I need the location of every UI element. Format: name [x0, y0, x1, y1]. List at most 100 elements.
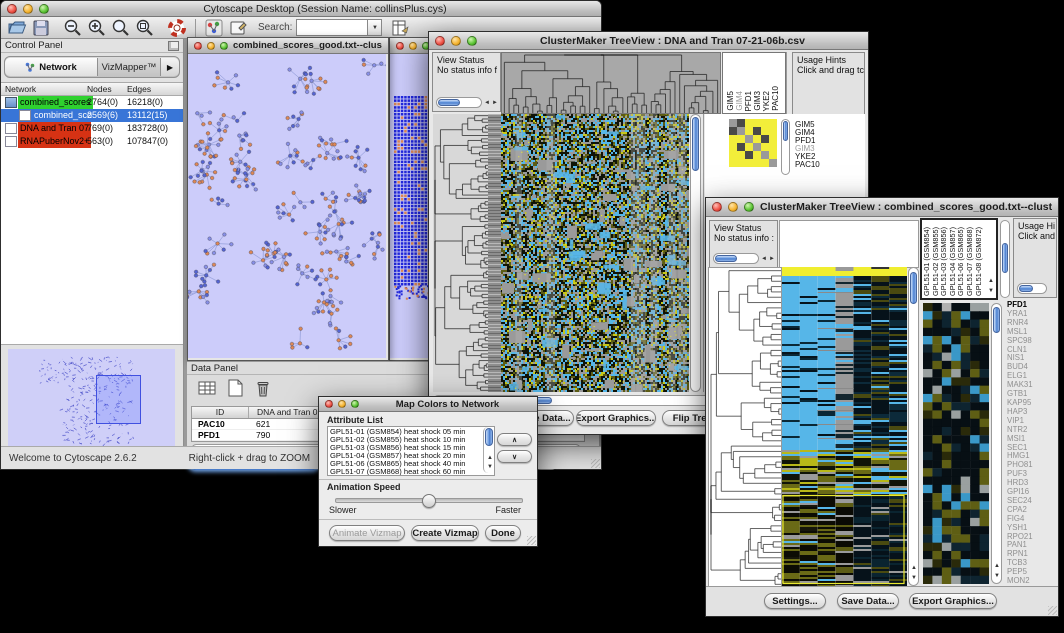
- matrix-cell[interactable]: [753, 143, 761, 151]
- matrix-cell[interactable]: [769, 151, 777, 159]
- matrix-cell[interactable]: [761, 127, 769, 135]
- move-down-button[interactable]: ∨: [497, 450, 532, 463]
- matrix-cell[interactable]: [761, 143, 769, 151]
- zoom-window-icon[interactable]: [351, 400, 359, 408]
- matrix-cell[interactable]: [753, 151, 761, 159]
- matrix-cell[interactable]: [753, 135, 761, 143]
- zoom-fit-icon[interactable]: [135, 18, 155, 38]
- row-dendrogram[interactable]: [708, 267, 782, 588]
- tab-overflow-menu[interactable]: ▶: [160, 58, 179, 76]
- row-dendrogram[interactable]: [433, 114, 488, 392]
- matrix-cell[interactable]: [729, 119, 737, 127]
- zoom-window-icon[interactable]: [467, 36, 477, 46]
- column-dendrogram[interactable]: [501, 52, 721, 114]
- column-label[interactable]: PAC10: [771, 86, 780, 111]
- zoom-heatmap[interactable]: [923, 303, 989, 584]
- matrix-cell[interactable]: [737, 159, 745, 167]
- delete-attribute-icon[interactable]: [253, 378, 273, 398]
- edges-col-header[interactable]: Edges: [127, 84, 151, 94]
- global-heatmap[interactable]: [501, 114, 689, 392]
- create-vizmap-button[interactable]: Create Vizmap: [411, 525, 479, 541]
- scroll-down-icon[interactable]: ▼: [487, 463, 493, 472]
- zoom-out-icon[interactable]: [63, 18, 83, 38]
- column-label[interactable]: YKE2: [762, 91, 771, 111]
- matrix-cell[interactable]: [737, 127, 745, 135]
- list-vscrollbar[interactable]: ▲ ▼: [483, 427, 494, 473]
- network-table-row[interactable]: DNA and Tran 07769(0)183728(0): [1, 122, 183, 135]
- move-up-button[interactable]: ∧: [497, 433, 532, 446]
- matrix-cell[interactable]: [761, 119, 769, 127]
- scroll-up-icon[interactable]: ▲: [988, 277, 994, 286]
- matrix-cell[interactable]: [737, 151, 745, 159]
- close-icon[interactable]: [325, 400, 333, 408]
- network-table-row[interactable]: combined_sco2569(6)13112(15): [1, 109, 183, 122]
- col-header-id[interactable]: ID: [192, 407, 249, 418]
- matrix-cell[interactable]: [769, 127, 777, 135]
- matrix-cell[interactable]: [729, 143, 737, 151]
- zoom-window-icon[interactable]: [39, 4, 49, 14]
- similarity-matrix[interactable]: [729, 119, 777, 167]
- open-file-icon[interactable]: [7, 18, 27, 38]
- heatmap-vscrollbar[interactable]: ▲ ▼: [908, 267, 919, 586]
- matrix-cell[interactable]: [753, 159, 761, 167]
- attribute-list-item[interactable]: GPL51-03 (GSM856) heat shock 15 min: [330, 444, 482, 452]
- zoom-vscrollbar[interactable]: [781, 119, 790, 175]
- tab-vizmapper[interactable]: VizMapper™: [98, 62, 160, 73]
- matrix-cell[interactable]: [745, 159, 753, 167]
- close-icon[interactable]: [7, 4, 17, 14]
- minimize-icon[interactable]: [728, 202, 738, 212]
- zoom-row-label[interactable]: PAC10: [795, 161, 820, 169]
- column-label[interactable]: GIM3: [753, 91, 762, 111]
- matrix-cell[interactable]: [761, 159, 769, 167]
- help-lifesaver-icon[interactable]: [167, 18, 187, 38]
- matrix-cell[interactable]: [737, 143, 745, 151]
- search-input[interactable]: [296, 19, 368, 36]
- matrix-cell[interactable]: [745, 143, 753, 151]
- network-col-header[interactable]: Network: [5, 84, 36, 94]
- close-icon[interactable]: [712, 202, 722, 212]
- matrix-cell[interactable]: [745, 127, 753, 135]
- attribute-browser-icon[interactable]: [390, 18, 410, 38]
- network-table-row[interactable]: RNAPuberNov2+563(0)107847(0): [1, 135, 183, 148]
- attribute-list-item[interactable]: GPL51-02 (GSM855) heat shock 10 min: [330, 436, 482, 444]
- scroll-right-icon[interactable]: ►: [492, 99, 498, 108]
- view-status-scrollbar[interactable]: [436, 97, 482, 108]
- matrix-cell[interactable]: [761, 151, 769, 159]
- slider-thumb[interactable]: [422, 494, 436, 508]
- view-status-scrollbar[interactable]: [713, 253, 759, 264]
- treeview2-button-2[interactable]: Export Graphics...: [909, 593, 997, 609]
- minimize-icon[interactable]: [23, 4, 33, 14]
- treeview1-button-1[interactable]: Export Graphics...: [576, 410, 656, 426]
- minimize-icon[interactable]: [451, 36, 461, 46]
- scroll-left-icon[interactable]: ◄: [761, 255, 767, 264]
- scroll-down-icon[interactable]: ▼: [994, 572, 1000, 581]
- matrix-cell[interactable]: [745, 119, 753, 127]
- close-icon[interactable]: [396, 42, 404, 50]
- matrix-cell[interactable]: [737, 135, 745, 143]
- minimize-icon[interactable]: [409, 42, 417, 50]
- attribute-list[interactable]: GPL51-01 (GSM854) heat shock 05 minGPL51…: [327, 426, 495, 476]
- treeview2-button-1[interactable]: Save Data...: [837, 593, 899, 609]
- scroll-down-icon[interactable]: ▼: [911, 574, 917, 583]
- gene-label[interactable]: MON2: [1007, 577, 1055, 586]
- search-combo-arrow[interactable]: ▼: [368, 19, 382, 36]
- usage-hints-scrollbar[interactable]: [1017, 283, 1047, 294]
- select-attributes-icon[interactable]: [197, 378, 217, 398]
- matrix-cell[interactable]: [729, 127, 737, 135]
- column-label[interactable]: PFD1: [744, 91, 753, 111]
- matrix-cell[interactable]: [753, 127, 761, 135]
- scroll-up-icon[interactable]: ▲: [911, 564, 917, 573]
- new-attribute-icon[interactable]: [225, 378, 245, 398]
- resize-grip[interactable]: [591, 459, 600, 468]
- attribute-list-item[interactable]: GPL51-01 (GSM854) heat shock 05 min: [330, 428, 482, 436]
- main-titlebar[interactable]: Cytoscape Desktop (Session Name: collins…: [1, 1, 601, 17]
- annotation-icon[interactable]: [228, 18, 248, 38]
- speed-slider[interactable]: [335, 498, 523, 503]
- zoom-selected-icon[interactable]: [111, 18, 131, 38]
- network-table-row[interactable]: combined_scores2764(0)16218(0): [1, 96, 183, 109]
- column-label[interactable]: GPL51-08 (GSM872): [975, 227, 984, 296]
- vizmapper-nodes-icon[interactable]: [204, 18, 224, 38]
- column-label[interactable]: GIM5: [726, 91, 735, 111]
- tab-network[interactable]: Network: [5, 58, 98, 76]
- scroll-up-icon[interactable]: ▲: [487, 454, 493, 463]
